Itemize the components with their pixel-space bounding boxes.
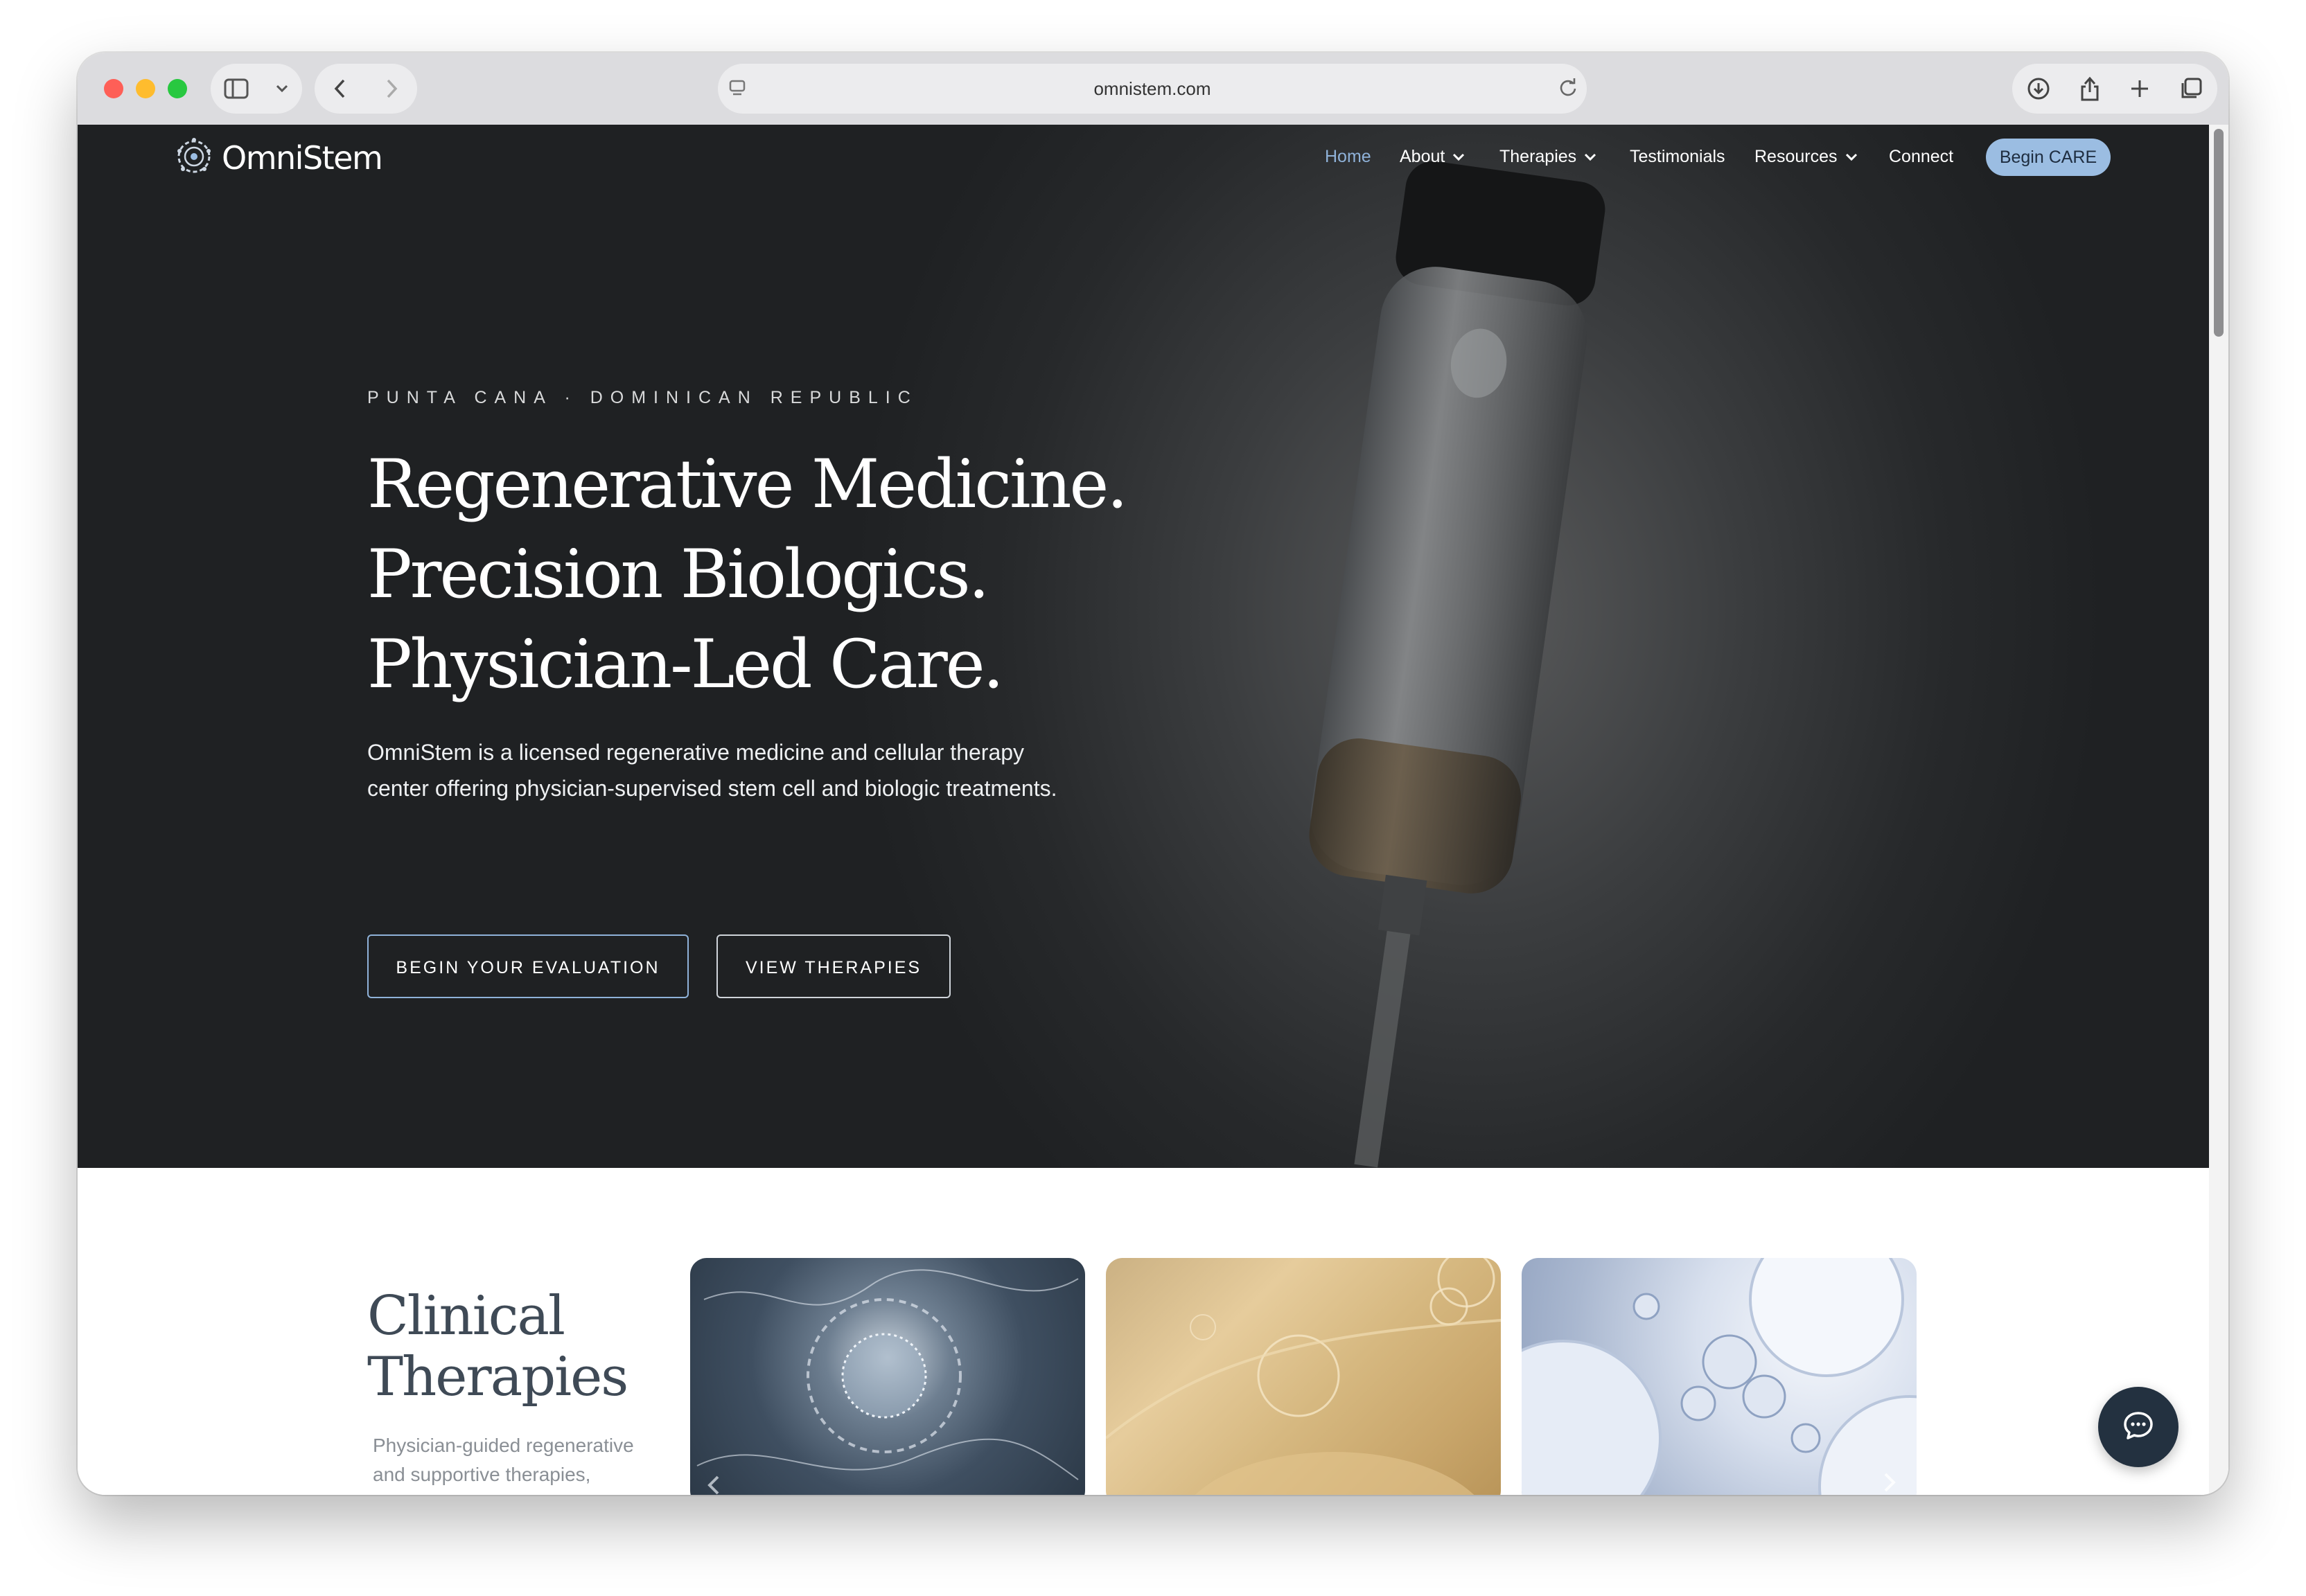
chevron-down-icon bbox=[1583, 137, 1597, 176]
minimize-window-button[interactable] bbox=[136, 79, 155, 98]
hero-description: OmniStem is a licensed regenerative medi… bbox=[367, 740, 1057, 801]
page-scrollbar[interactable] bbox=[2209, 125, 2228, 1495]
maximize-window-button[interactable] bbox=[168, 79, 187, 98]
therapy-card-biologics[interactable] bbox=[1106, 1258, 1501, 1495]
nav-therapies-label: Therapies bbox=[1499, 147, 1577, 166]
tab-overview-icon[interactable] bbox=[2179, 76, 2203, 101]
main-nav: Home About Therapies Testimonials Resour… bbox=[78, 137, 2209, 176]
chat-button[interactable] bbox=[2098, 1387, 2179, 1467]
hero-section: OmniStem Home About Therapies Testimonia… bbox=[78, 125, 2209, 1168]
therapies-subtitle: Physician-guided regenerative and suppor… bbox=[373, 1435, 634, 1485]
address-bar[interactable]: omnistem.com bbox=[718, 64, 1587, 114]
therapy-card-supportive[interactable] bbox=[1522, 1258, 1917, 1495]
url-text: omnistem.com bbox=[1093, 78, 1211, 99]
share-icon[interactable] bbox=[2079, 76, 2101, 102]
download-icon[interactable] bbox=[2026, 76, 2051, 101]
nav-testimonials[interactable]: Testimonials bbox=[1630, 137, 1725, 176]
nav-therapies[interactable]: Therapies bbox=[1499, 137, 1597, 176]
therapies-title-line: Therapies bbox=[367, 1346, 628, 1408]
chat-bubble-icon bbox=[2122, 1409, 2155, 1445]
cell-image bbox=[696, 1269, 1079, 1495]
nav-connect-label: Connect bbox=[1889, 147, 1954, 166]
sidebar-toggle-group bbox=[211, 64, 302, 114]
therapies-title-line: Clinical bbox=[367, 1285, 565, 1347]
iv-bag-image bbox=[1309, 161, 1605, 1168]
view-therapies-button[interactable]: VIEW THERAPIES bbox=[716, 934, 951, 998]
nav-home[interactable]: Home bbox=[1325, 137, 1371, 176]
chevron-down-icon bbox=[1845, 137, 1858, 176]
close-window-button[interactable] bbox=[104, 79, 123, 98]
sidebar-icon[interactable] bbox=[224, 78, 249, 99]
headline-line: Physician-Led Care. bbox=[367, 626, 1004, 703]
reload-icon[interactable] bbox=[1556, 76, 1580, 103]
therapy-card-cells[interactable] bbox=[690, 1258, 1085, 1495]
nav-about[interactable]: About bbox=[1400, 137, 1466, 176]
nav-resources[interactable]: Resources bbox=[1754, 137, 1858, 176]
nav-home-label: Home bbox=[1325, 147, 1371, 166]
nav-about-label: About bbox=[1400, 147, 1445, 166]
nav-connect[interactable]: Connect bbox=[1889, 137, 1953, 176]
chevron-down-icon bbox=[1452, 137, 1466, 176]
headline-line: Precision Biologics. bbox=[367, 535, 989, 613]
nav-testimonials-label: Testimonials bbox=[1630, 147, 1725, 166]
headline-line: Regenerative Medicine. bbox=[367, 445, 1128, 523]
browser-window: omnistem.com OmniStem Home About Therapi… bbox=[78, 53, 2228, 1495]
nav-resources-label: Resources bbox=[1754, 147, 1838, 166]
browser-actions-group bbox=[2012, 64, 2217, 114]
page-viewport: OmniStem Home About Therapies Testimonia… bbox=[78, 125, 2228, 1495]
new-tab-icon[interactable] bbox=[2129, 78, 2151, 100]
therapies-title: Clinical Therapies bbox=[367, 1285, 628, 1408]
bubbles-image bbox=[1522, 1258, 1917, 1495]
chevron-down-icon[interactable] bbox=[275, 84, 289, 94]
back-icon[interactable] bbox=[333, 78, 347, 99]
begin-evaluation-button[interactable]: BEGIN YOUR EVALUATION bbox=[367, 934, 689, 998]
browser-toolbar: omnistem.com bbox=[78, 53, 2228, 126]
scrollbar-thumb[interactable] bbox=[2214, 129, 2224, 337]
droplet-image bbox=[1106, 1258, 1501, 1495]
history-nav-group bbox=[315, 64, 417, 114]
forward-icon[interactable] bbox=[385, 78, 398, 99]
begin-care-button[interactable]: Begin CARE bbox=[1986, 139, 2111, 176]
hero-eyebrow: PUNTA CANA · DOMINICAN REPUBLIC bbox=[367, 388, 918, 407]
hero-headline: Regenerative Medicine. Precision Biologi… bbox=[367, 439, 1128, 709]
